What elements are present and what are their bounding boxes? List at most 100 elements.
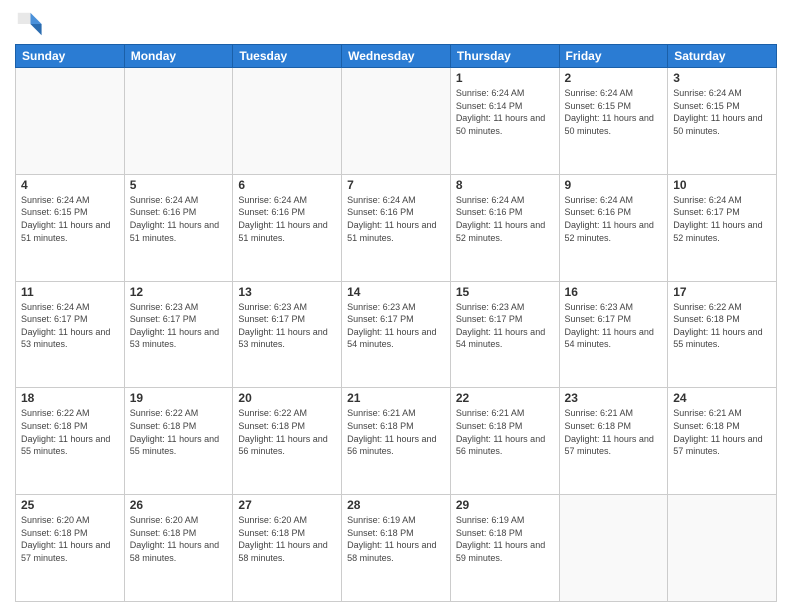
day-info: Sunrise: 6:19 AM Sunset: 6:18 PM Dayligh… xyxy=(347,514,445,564)
week-row-4: 25 Sunrise: 6:20 AM Sunset: 6:18 PM Dayli… xyxy=(16,495,777,602)
day-number: 6 xyxy=(238,178,336,192)
calendar-cell: 3 Sunrise: 6:24 AM Sunset: 6:15 PM Daylig… xyxy=(668,68,777,175)
logo xyxy=(15,10,47,38)
calendar-cell: 8 Sunrise: 6:24 AM Sunset: 6:16 PM Daylig… xyxy=(450,174,559,281)
calendar-cell: 10 Sunrise: 6:24 AM Sunset: 6:17 PM Dayli… xyxy=(668,174,777,281)
day-info: Sunrise: 6:24 AM Sunset: 6:16 PM Dayligh… xyxy=(456,194,554,244)
day-number: 1 xyxy=(456,71,554,85)
calendar-cell: 2 Sunrise: 6:24 AM Sunset: 6:15 PM Daylig… xyxy=(559,68,668,175)
day-info: Sunrise: 6:20 AM Sunset: 6:18 PM Dayligh… xyxy=(130,514,228,564)
week-row-0: 1 Sunrise: 6:24 AM Sunset: 6:14 PM Daylig… xyxy=(16,68,777,175)
calendar-cell: 5 Sunrise: 6:24 AM Sunset: 6:16 PM Daylig… xyxy=(124,174,233,281)
day-info: Sunrise: 6:23 AM Sunset: 6:17 PM Dayligh… xyxy=(347,301,445,351)
day-number: 17 xyxy=(673,285,771,299)
day-number: 21 xyxy=(347,391,445,405)
calendar-cell: 16Sunrise: 6:23 AM Sunset: 6:17 PM Dayli… xyxy=(559,281,668,388)
day-info: Sunrise: 6:24 AM Sunset: 6:16 PM Dayligh… xyxy=(238,194,336,244)
calendar-cell: 14 Sunrise: 6:23 AM Sunset: 6:17 PM Dayli… xyxy=(342,281,451,388)
day-number: 10 xyxy=(673,178,771,192)
day-info: Sunrise: 6:22 AM Sunset: 6:18 PM Dayligh… xyxy=(238,407,336,457)
calendar-cell: 19 Sunrise: 6:22 AM Sunset: 6:18 PM Dayli… xyxy=(124,388,233,495)
day-number: 7 xyxy=(347,178,445,192)
calendar-cell xyxy=(559,495,668,602)
day-number: 5 xyxy=(130,178,228,192)
calendar-cell: 9 Sunrise: 6:24 AM Sunset: 6:16 PM Daylig… xyxy=(559,174,668,281)
calendar-cell: 20 Sunrise: 6:22 AM Sunset: 6:18 PM Dayli… xyxy=(233,388,342,495)
day-number: 29 xyxy=(456,498,554,512)
day-info: Sunrise: 6:24 AM Sunset: 6:14 PM Dayligh… xyxy=(456,87,554,137)
day-number: 11 xyxy=(21,285,119,299)
calendar-cell xyxy=(124,68,233,175)
day-number: 22 xyxy=(456,391,554,405)
day-number: 18 xyxy=(21,391,119,405)
day-number: 16 xyxy=(565,285,663,299)
day-info: Sunrise: 6:24 AM Sunset: 6:16 PM Dayligh… xyxy=(130,194,228,244)
day-number: 28 xyxy=(347,498,445,512)
day-info: Sunrise: 6:21 AM Sunset: 6:18 PM Dayligh… xyxy=(565,407,663,457)
day-info: Sunrise: 6:23 AM Sunset: 6:17 PM Dayligh… xyxy=(130,301,228,351)
day-header-thursday: Thursday xyxy=(450,45,559,68)
day-number: 23 xyxy=(565,391,663,405)
calendar-table: SundayMondayTuesdayWednesdayThursdayFrid… xyxy=(15,44,777,602)
calendar-cell: 6 Sunrise: 6:24 AM Sunset: 6:16 PM Daylig… xyxy=(233,174,342,281)
day-number: 20 xyxy=(238,391,336,405)
day-header-wednesday: Wednesday xyxy=(342,45,451,68)
day-number: 9 xyxy=(565,178,663,192)
day-info: Sunrise: 6:22 AM Sunset: 6:18 PM Dayligh… xyxy=(673,301,771,351)
day-number: 8 xyxy=(456,178,554,192)
calendar-cell: 24Sunrise: 6:21 AM Sunset: 6:18 PM Dayli… xyxy=(668,388,777,495)
calendar-cell: 11 Sunrise: 6:24 AM Sunset: 6:17 PM Dayli… xyxy=(16,281,125,388)
calendar-cell xyxy=(233,68,342,175)
calendar-cell: 15 Sunrise: 6:23 AM Sunset: 6:17 PM Dayli… xyxy=(450,281,559,388)
calendar-cell: 22 Sunrise: 6:21 AM Sunset: 6:18 PM Dayli… xyxy=(450,388,559,495)
calendar-cell: 21 Sunrise: 6:21 AM Sunset: 6:18 PM Dayli… xyxy=(342,388,451,495)
day-number: 15 xyxy=(456,285,554,299)
day-header-friday: Friday xyxy=(559,45,668,68)
day-number: 2 xyxy=(565,71,663,85)
day-number: 19 xyxy=(130,391,228,405)
day-number: 14 xyxy=(347,285,445,299)
calendar-cell: 13Sunrise: 6:23 AM Sunset: 6:17 PM Dayli… xyxy=(233,281,342,388)
calendar-cell: 29Sunrise: 6:19 AM Sunset: 6:18 PM Dayli… xyxy=(450,495,559,602)
day-info: Sunrise: 6:24 AM Sunset: 6:17 PM Dayligh… xyxy=(21,301,119,351)
day-info: Sunrise: 6:22 AM Sunset: 6:18 PM Dayligh… xyxy=(21,407,119,457)
header xyxy=(15,10,777,38)
calendar-cell: 28 Sunrise: 6:19 AM Sunset: 6:18 PM Dayli… xyxy=(342,495,451,602)
day-number: 27 xyxy=(238,498,336,512)
day-info: Sunrise: 6:24 AM Sunset: 6:16 PM Dayligh… xyxy=(347,194,445,244)
day-info: Sunrise: 6:24 AM Sunset: 6:17 PM Dayligh… xyxy=(673,194,771,244)
page: SundayMondayTuesdayWednesdayThursdayFrid… xyxy=(0,0,792,612)
calendar-cell xyxy=(16,68,125,175)
header-row: SundayMondayTuesdayWednesdayThursdayFrid… xyxy=(16,45,777,68)
calendar-cell xyxy=(342,68,451,175)
calendar-cell: 25 Sunrise: 6:20 AM Sunset: 6:18 PM Dayli… xyxy=(16,495,125,602)
day-info: Sunrise: 6:24 AM Sunset: 6:16 PM Dayligh… xyxy=(565,194,663,244)
day-info: Sunrise: 6:20 AM Sunset: 6:18 PM Dayligh… xyxy=(238,514,336,564)
day-info: Sunrise: 6:21 AM Sunset: 6:18 PM Dayligh… xyxy=(673,407,771,457)
day-number: 26 xyxy=(130,498,228,512)
week-row-3: 18 Sunrise: 6:22 AM Sunset: 6:18 PM Dayli… xyxy=(16,388,777,495)
logo-icon xyxy=(15,10,43,38)
calendar-cell: 7 Sunrise: 6:24 AM Sunset: 6:16 PM Daylig… xyxy=(342,174,451,281)
day-info: Sunrise: 6:21 AM Sunset: 6:18 PM Dayligh… xyxy=(347,407,445,457)
day-number: 3 xyxy=(673,71,771,85)
day-header-monday: Monday xyxy=(124,45,233,68)
day-header-tuesday: Tuesday xyxy=(233,45,342,68)
day-number: 12 xyxy=(130,285,228,299)
calendar-cell: 17 Sunrise: 6:22 AM Sunset: 6:18 PM Dayli… xyxy=(668,281,777,388)
day-info: Sunrise: 6:24 AM Sunset: 6:15 PM Dayligh… xyxy=(673,87,771,137)
calendar-cell: 12 Sunrise: 6:23 AM Sunset: 6:17 PM Dayli… xyxy=(124,281,233,388)
calendar-cell: 4Sunrise: 6:24 AM Sunset: 6:15 PM Daylig… xyxy=(16,174,125,281)
day-info: Sunrise: 6:24 AM Sunset: 6:15 PM Dayligh… xyxy=(21,194,119,244)
day-info: Sunrise: 6:23 AM Sunset: 6:17 PM Dayligh… xyxy=(238,301,336,351)
day-info: Sunrise: 6:20 AM Sunset: 6:18 PM Dayligh… xyxy=(21,514,119,564)
day-info: Sunrise: 6:21 AM Sunset: 6:18 PM Dayligh… xyxy=(456,407,554,457)
day-info: Sunrise: 6:24 AM Sunset: 6:15 PM Dayligh… xyxy=(565,87,663,137)
day-info: Sunrise: 6:22 AM Sunset: 6:18 PM Dayligh… xyxy=(130,407,228,457)
calendar-cell xyxy=(668,495,777,602)
day-number: 25 xyxy=(21,498,119,512)
calendar-cell: 18 Sunrise: 6:22 AM Sunset: 6:18 PM Dayli… xyxy=(16,388,125,495)
calendar-cell: 26 Sunrise: 6:20 AM Sunset: 6:18 PM Dayli… xyxy=(124,495,233,602)
week-row-1: 4Sunrise: 6:24 AM Sunset: 6:15 PM Daylig… xyxy=(16,174,777,281)
day-info: Sunrise: 6:23 AM Sunset: 6:17 PM Dayligh… xyxy=(456,301,554,351)
